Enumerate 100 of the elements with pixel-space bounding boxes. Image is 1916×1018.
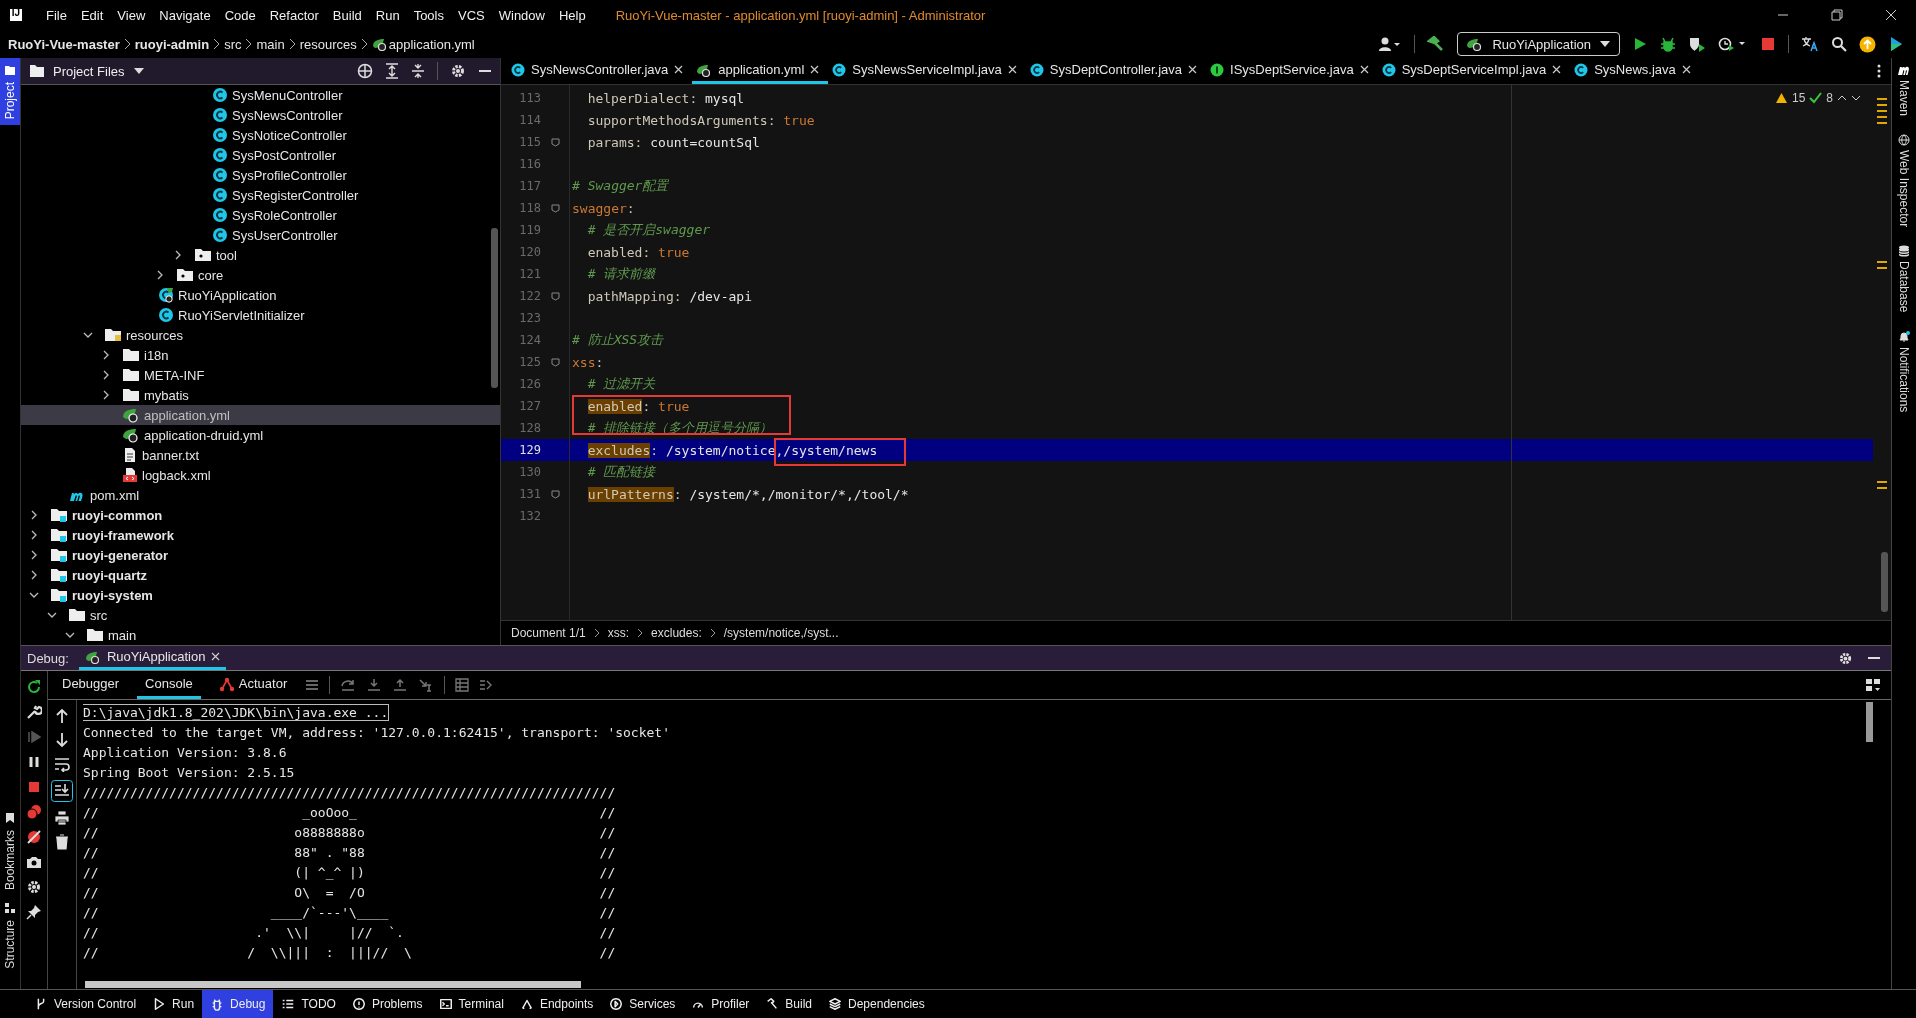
- close-icon[interactable]: [1188, 65, 1198, 74]
- tool-window-tab[interactable]: Version Control: [26, 990, 145, 1018]
- target-icon[interactable]: [357, 63, 373, 79]
- menu-item[interactable]: Run: [375, 7, 400, 23]
- menu-item[interactable]: Edit: [80, 7, 104, 23]
- menu-item[interactable]: Build: [332, 7, 362, 23]
- tree-item[interactable]: logback.xml: [21, 465, 500, 485]
- tool-window-button[interactable]: Bookmarks: [0, 806, 20, 897]
- tree-item[interactable]: SysNewsController: [21, 105, 500, 125]
- chevron-icon[interactable]: [83, 330, 93, 340]
- caret-icon[interactable]: [132, 66, 145, 76]
- stop-icon[interactable]: [1760, 36, 1776, 52]
- tree-item[interactable]: core: [21, 265, 500, 285]
- step-out-icon[interactable]: [392, 678, 409, 692]
- close-icon[interactable]: [1681, 65, 1691, 74]
- tool-window-tab[interactable]: Build: [757, 990, 821, 1018]
- editor-tab[interactable]: application.yml: [692, 58, 829, 84]
- expand-all-icon[interactable]: [385, 63, 399, 79]
- tool-window-button[interactable]: Web Inspector: [1897, 134, 1911, 228]
- scrollbar-thumb[interactable]: [1881, 552, 1888, 612]
- tree-item[interactable]: pom.xml: [21, 485, 500, 505]
- more-icon[interactable]: [1877, 64, 1881, 78]
- breadcrumb-item[interactable]: src: [224, 36, 242, 52]
- translate-icon[interactable]: [1801, 36, 1819, 52]
- chevron-icon[interactable]: [29, 590, 39, 600]
- menu-item[interactable]: VCS: [458, 7, 485, 23]
- tree-item[interactable]: tool: [21, 245, 500, 265]
- tree-item[interactable]: ruoyi-common: [21, 505, 500, 525]
- update-icon[interactable]: [1859, 35, 1876, 53]
- tree-item[interactable]: main: [21, 625, 500, 645]
- user-icon[interactable]: [1378, 36, 1403, 52]
- restore-icon[interactable]: [1830, 8, 1844, 22]
- tree-item[interactable]: SysNoticeController: [21, 125, 500, 145]
- chevron-icon[interactable]: [101, 390, 111, 400]
- down-icon[interactable]: [1851, 94, 1861, 102]
- search-icon[interactable]: [1831, 36, 1847, 52]
- breadcrumb-item[interactable]: application.yml: [388, 36, 475, 52]
- breadcrumb-item[interactable]: ruoyi-admin: [134, 36, 210, 52]
- close-icon[interactable]: [1884, 8, 1898, 22]
- menu-item[interactable]: Code: [224, 7, 256, 23]
- rerun-icon[interactable]: [26, 679, 42, 695]
- chevron-icon[interactable]: [29, 570, 39, 580]
- menu-item[interactable]: Help: [558, 7, 586, 23]
- editor-tab[interactable]: SysNewsServiceImpl.java: [828, 58, 1026, 84]
- editor-tab[interactable]: SysNews.java: [1570, 58, 1700, 84]
- menu-item[interactable]: File: [46, 7, 67, 23]
- panel-tab[interactable]: Console: [137, 671, 201, 699]
- scrollbar-thumb[interactable]: [491, 228, 498, 388]
- breadcrumb-item[interactable]: xss:: [607, 626, 630, 640]
- tree-item[interactable]: ruoyi-quartz: [21, 565, 500, 585]
- tree-item[interactable]: SysPostController: [21, 145, 500, 165]
- mute-breakpoints-icon[interactable]: [26, 829, 42, 845]
- tree-item[interactable]: i18n: [21, 345, 500, 365]
- tool-window-button[interactable]: Project: [0, 58, 20, 126]
- fold-icon[interactable]: [550, 489, 560, 499]
- tree-item[interactable]: application.yml: [21, 405, 500, 425]
- step-into-icon[interactable]: [366, 678, 383, 692]
- editor-tab[interactable]: SysDeptServiceImpl.java: [1377, 58, 1571, 84]
- check-icon[interactable]: [1809, 92, 1823, 104]
- panel-title[interactable]: Project Files: [53, 63, 125, 79]
- print-icon[interactable]: [54, 810, 70, 826]
- table-icon[interactable]: [455, 678, 470, 692]
- scrollbar-thumb[interactable]: [1866, 702, 1873, 742]
- up-arrow-icon[interactable]: [55, 708, 69, 724]
- tool-window-tab[interactable]: Terminal: [430, 990, 512, 1018]
- menu-item[interactable]: Tools: [413, 7, 444, 23]
- tool-window-tab[interactable]: Endpoints: [511, 990, 602, 1018]
- tool-window-button[interactable]: Structure: [0, 896, 20, 975]
- pin-icon[interactable]: [26, 904, 42, 920]
- tool-window-tab[interactable]: Profiler: [683, 990, 758, 1018]
- tool-window-tab[interactable]: Run: [144, 990, 203, 1018]
- trash-icon[interactable]: [55, 834, 69, 850]
- chevron-icon[interactable]: [29, 550, 39, 560]
- layout-icon[interactable]: [1865, 678, 1881, 692]
- editor-tab[interactable]: SysNewsController.java: [507, 58, 693, 84]
- warning-icon[interactable]: [1774, 92, 1788, 104]
- tool-window-tab[interactable]: Problems: [343, 990, 431, 1018]
- close-icon[interactable]: [1007, 65, 1017, 74]
- tree-item[interactable]: SysMenuController: [21, 85, 500, 105]
- fold-icon[interactable]: [550, 291, 560, 301]
- menu-item[interactable]: Window: [498, 7, 545, 23]
- editor-tab[interactable]: SysDeptController.java: [1025, 58, 1207, 84]
- trace-icon[interactable]: [479, 678, 494, 692]
- tree-item[interactable]: SysUserController: [21, 225, 500, 245]
- menu-item[interactable]: Navigate: [159, 7, 211, 23]
- chevron-icon[interactable]: [29, 510, 39, 520]
- breadcrumb-item[interactable]: resources: [299, 36, 357, 52]
- step-over-icon[interactable]: [340, 678, 357, 692]
- chevron-icon[interactable]: [101, 350, 111, 360]
- run-icon[interactable]: [1632, 36, 1648, 52]
- breadcrumb-item[interactable]: main: [256, 36, 285, 52]
- tool-window-tab[interactable]: Services: [601, 990, 684, 1018]
- close-icon[interactable]: [1552, 65, 1562, 74]
- tree-item[interactable]: SysRoleController: [21, 205, 500, 225]
- panel-tab[interactable]: Debugger: [54, 671, 128, 699]
- stop-icon[interactable]: [26, 779, 42, 795]
- tree-item[interactable]: SysRegisterController: [21, 185, 500, 205]
- fold-icon[interactable]: [550, 203, 560, 213]
- panel-tab[interactable]: Actuator: [210, 671, 296, 699]
- bug-icon[interactable]: [1660, 36, 1676, 52]
